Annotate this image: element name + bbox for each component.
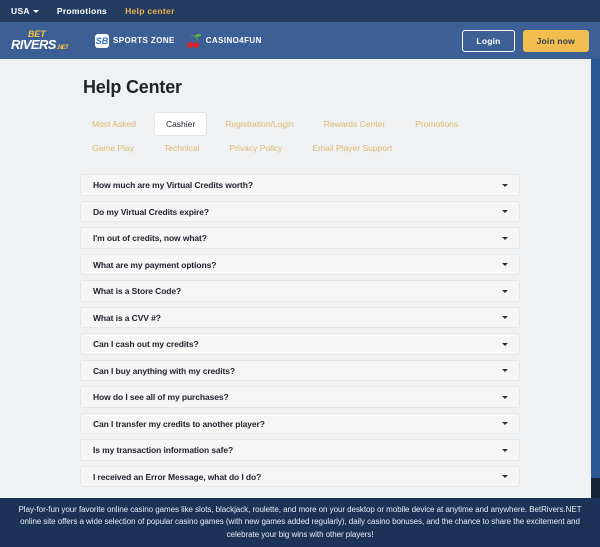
category-tabs: Most Asked Cashier Registration/Login Rewar… bbox=[80, 112, 520, 160]
nav-promotions[interactable]: Promotions bbox=[57, 6, 107, 16]
chevron-down-icon[interactable] bbox=[502, 369, 508, 373]
site-footer: Play-for-fun your favorite online casino… bbox=[0, 498, 600, 547]
betrivers-logo[interactable]: BET RIVERS .NET bbox=[11, 30, 83, 52]
faq-question: Can I buy anything with my credits? bbox=[93, 365, 235, 376]
faq-question: Can I transfer my credits to another pla… bbox=[93, 418, 265, 429]
faq-item[interactable]: How do I see all of my purchases? bbox=[80, 386, 520, 408]
chevron-down-icon[interactable] bbox=[502, 236, 508, 240]
faq-item[interactable]: Can I cash out my credits? bbox=[80, 333, 520, 355]
tab-registration-login[interactable]: Registration/Login bbox=[213, 112, 306, 136]
sportsbook-icon: SB bbox=[95, 33, 109, 48]
header-actions: Login Join now bbox=[462, 29, 589, 52]
chevron-down-icon[interactable] bbox=[502, 263, 508, 267]
chevron-down-icon[interactable] bbox=[502, 316, 508, 320]
faq-question: I received an Error Message, what do I d… bbox=[93, 471, 262, 482]
faq-accordion-list: How much are my Virtual Credits worth? Do… bbox=[80, 174, 520, 488]
sports-zone-label: SPORTS ZONE bbox=[113, 36, 175, 45]
vertical-scrollbar-thumb[interactable] bbox=[591, 59, 600, 478]
vertical-scrollbar-track[interactable] bbox=[591, 478, 600, 498]
tab-privacy-policy[interactable]: Privacy Policy bbox=[217, 136, 294, 160]
faq-item[interactable]: I received an Error Message, what do I d… bbox=[80, 465, 520, 488]
nav-help-center[interactable]: Help center bbox=[125, 6, 175, 16]
faq-question: Can I cash out my credits? bbox=[93, 339, 199, 350]
faq-question: Do my Virtual Credits expire? bbox=[93, 206, 209, 217]
faq-item[interactable]: Can I buy anything with my credits? bbox=[80, 359, 520, 382]
faq-item[interactable]: I'm out of credits, now what? bbox=[80, 227, 520, 249]
help-center-page: USA Promotions Help center BET RIVERS .N… bbox=[0, 0, 600, 547]
tab-email-player-support[interactable]: Email Player Support bbox=[300, 136, 404, 160]
tab-technical[interactable]: Technical bbox=[152, 136, 211, 160]
page-title: Help Center bbox=[83, 77, 182, 97]
chevron-down-icon[interactable] bbox=[502, 475, 508, 479]
faq-item[interactable]: Can I transfer my credits to another pla… bbox=[80, 412, 520, 435]
faq-question: I'm out of credits, now what? bbox=[93, 233, 207, 244]
footer-disclaimer: Play-for-fun your favorite online casino… bbox=[18, 504, 582, 539]
faq-question: Is my transaction information safe? bbox=[93, 445, 234, 456]
tab-promotions[interactable]: Promotions bbox=[403, 112, 470, 136]
chevron-down-icon[interactable] bbox=[502, 422, 508, 426]
nav-casino4fun[interactable]: CASINO4FUN bbox=[186, 33, 262, 48]
chevron-down-icon[interactable] bbox=[502, 448, 508, 452]
faq-item[interactable]: What are my payment options? bbox=[80, 253, 520, 276]
faq-item[interactable]: What is a Store Code? bbox=[80, 280, 520, 302]
faq-question: What are my payment options? bbox=[93, 259, 217, 270]
chevron-down-icon[interactable] bbox=[502, 183, 508, 187]
tab-game-play[interactable]: Game Play bbox=[80, 136, 146, 160]
faq-item[interactable]: Is my transaction information safe? bbox=[80, 439, 520, 461]
chevron-down-icon bbox=[32, 10, 39, 13]
faq-item[interactable]: How much are my Virtual Credits worth? bbox=[80, 174, 520, 196]
chevron-down-icon[interactable] bbox=[502, 395, 508, 399]
chevron-down-icon[interactable] bbox=[502, 289, 508, 293]
faq-question: How much are my Virtual Credits worth? bbox=[93, 180, 253, 191]
logo-rivers-text: RIVERS .NET bbox=[11, 38, 83, 51]
tab-cashier[interactable]: Cashier bbox=[153, 112, 208, 137]
region-label: USA bbox=[11, 6, 30, 16]
faq-question: How do I see all of my purchases? bbox=[93, 392, 229, 403]
content-container: Help Center Most Asked Cashier Registratio… bbox=[80, 77, 520, 488]
site-header: BET RIVERS .NET SB SPORTS ZONE CASINO4FU… bbox=[0, 22, 600, 59]
logo-net-text: .NET bbox=[56, 45, 69, 51]
faq-item[interactable]: What is a CVV #? bbox=[80, 306, 520, 329]
faq-question: What is a Store Code? bbox=[93, 286, 182, 297]
join-now-button[interactable]: Join now bbox=[522, 29, 589, 52]
casino4fun-label: CASINO4FUN bbox=[205, 36, 262, 45]
login-button[interactable]: Login bbox=[462, 29, 515, 52]
nav-sports-zone[interactable]: SB SPORTS ZONE bbox=[95, 33, 175, 48]
main-content: Help Center Most Asked Cashier Registratio… bbox=[0, 59, 600, 493]
faq-question: What is a CVV #? bbox=[93, 312, 161, 323]
tab-rewards-center[interactable]: Rewards Center bbox=[312, 112, 397, 136]
cherry-icon bbox=[186, 33, 202, 48]
faq-item[interactable]: Do my Virtual Credits expire? bbox=[80, 200, 520, 223]
utility-navbar: USA Promotions Help center bbox=[0, 0, 600, 22]
tab-most-asked[interactable]: Most Asked bbox=[80, 112, 148, 136]
logo-rivers-word: RIVERS bbox=[11, 37, 56, 52]
chevron-down-icon[interactable] bbox=[502, 342, 508, 346]
chevron-down-icon[interactable] bbox=[502, 210, 508, 214]
region-selector[interactable]: USA bbox=[11, 6, 39, 16]
